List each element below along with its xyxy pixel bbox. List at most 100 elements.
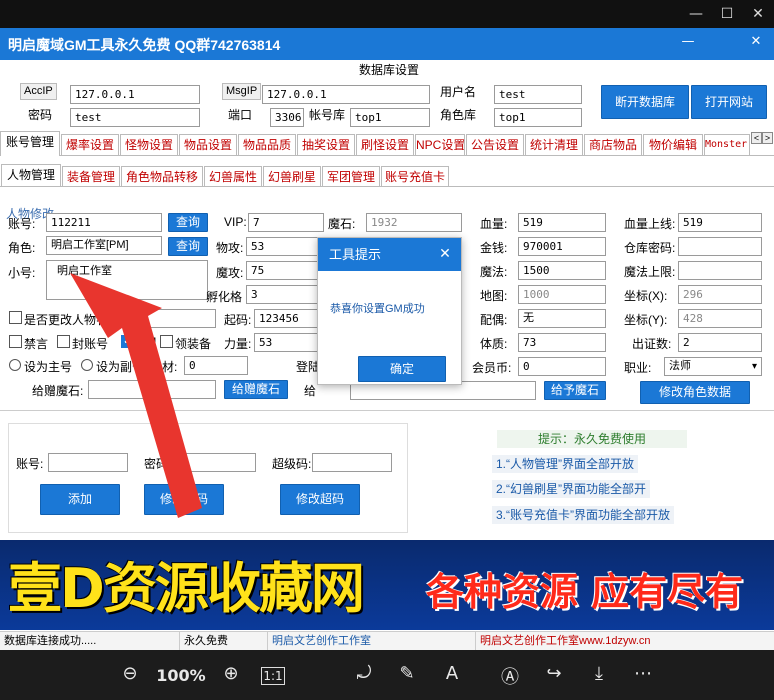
coord-x-input[interactable]: 296 [678,285,762,304]
hatch-input[interactable]: 3 [246,285,320,304]
app-title: 明启魔域GM工具永久免费 QQ群742763814 [8,37,281,53]
atk-label: 物攻: [216,241,244,255]
tab-monster[interactable]: 怪物设置 [120,134,178,155]
close-window-button[interactable]: ✕ [746,4,770,24]
role-db-input[interactable]: top1 [494,108,582,127]
atk-input[interactable]: 53 [246,237,320,256]
subtab-pet-attr[interactable]: 幻兽属性 [204,166,262,187]
ad-banner[interactable]: 壹D资源收藏网 各种资源 应有尽有 [0,540,774,630]
give-magic-button[interactable]: 给予魔石 [544,381,606,400]
rotate-icon[interactable]: ⤾ [350,663,378,684]
msg-ip-input[interactable]: 127.0.0.1 [262,85,430,104]
coord-y-input[interactable]: 428 [678,309,762,328]
hp-max-input[interactable]: 519 [678,213,762,232]
job-label: 职业: [624,361,652,375]
map-input[interactable]: 1000 [518,285,606,304]
phys-input[interactable]: 73 [518,333,606,352]
tab-scroll-right-button[interactable]: > [762,132,773,144]
app-close-button[interactable]: ✕ [746,34,766,49]
role-input[interactable]: 明启工作室[PM] [46,236,162,255]
tab-notice[interactable]: 公告设置 [466,134,524,155]
dialog-close-button[interactable]: ✕ [436,246,454,262]
edit-icon[interactable]: ✎ [393,663,421,684]
acc-db-input[interactable]: top1 [350,108,430,127]
money-input[interactable]: 970001 [518,237,606,256]
translate-icon[interactable]: A [438,663,466,684]
warehouse-pwd-input[interactable] [678,237,762,256]
subtab-character[interactable]: 人物管理 [1,164,61,187]
matk-input[interactable]: 75 [246,261,320,280]
tab-npc[interactable]: NPC设置 [415,134,465,155]
acc-ip-label: AccIP [20,83,57,100]
query-account-button[interactable]: 查询 [168,213,208,232]
mp-max-input[interactable] [678,261,762,280]
app-minimize-button[interactable]: — [678,34,698,49]
tab-scroll-left-button[interactable]: < [751,132,762,144]
tab-price[interactable]: 物价编辑 [643,134,703,155]
tab-stats[interactable]: 统计清理 [525,134,583,155]
warehouse-pwd-label: 仓库密码: [624,241,676,255]
magic-stone-label: 魔石: [328,217,356,231]
give-stone-button[interactable]: 给赠魔石 [224,380,288,399]
subtab-recharge-card[interactable]: 账号充值卡 [381,166,449,187]
phys-label: 体质: [480,337,508,351]
ban-chat-checkbox[interactable] [9,335,22,348]
mp-input[interactable]: 1500 [518,261,606,280]
zoom-in-icon[interactable]: ⊕ [217,663,245,684]
tips-header: 提示：永久免费使用 [497,430,687,448]
dialog-ok-button[interactable]: 确定 [358,356,446,382]
member-coin-input[interactable]: 0 [518,357,606,376]
hatch-label: 孵化格 [206,290,243,304]
vip-label: VIP: [224,215,247,229]
more-icon[interactable]: ⋯ [629,663,657,684]
subtab-pet-star[interactable]: 幻兽刷星 [263,166,321,187]
port-input[interactable]: 3306 [270,108,304,127]
acc-ip-input[interactable]: 127.0.0.1 [70,85,200,104]
tab-lottery[interactable]: 抽奖设置 [297,134,355,155]
cert-input[interactable]: 2 [678,333,762,352]
tab-droprate[interactable]: 爆率设置 [61,134,119,155]
set-main-radio[interactable] [9,359,21,371]
spouse-input[interactable]: 无 [518,309,606,328]
rename-checkbox[interactable] [9,311,22,324]
tab-quality[interactable]: 物品品质 [238,134,296,155]
tab-item[interactable]: 物品设置 [179,134,237,155]
chevron-down-icon: ▾ [751,361,757,372]
query-role-button[interactable]: 查询 [168,237,208,256]
share-icon[interactable]: ↪ [540,663,568,684]
tab-spawn[interactable]: 刷怪设置 [356,134,414,155]
port-label: 端口 [228,108,253,122]
tab-account[interactable]: 账号管理 [0,131,60,156]
power-input[interactable]: 53 [254,333,320,352]
account-input[interactable]: 112211 [46,213,162,232]
magic-stone-input[interactable]: 1932 [366,213,462,232]
hp-label: 血量: [480,217,508,231]
coord-y-label: 坐标(Y): [624,313,668,327]
subtab-equipment[interactable]: 装备管理 [62,166,120,187]
ocr-icon[interactable]: Ⓐ [496,663,524,689]
download-icon[interactable]: ⤓ [585,663,613,684]
vip-select[interactable]: 7 [248,213,324,232]
tab-monster-dat[interactable]: Monster.dat [704,134,750,155]
viewer-titlebar: — ☐ ✕ [0,0,774,28]
change-super-code-button[interactable]: 修改超码 [280,484,360,515]
zoom-out-icon[interactable]: ⊖ [116,663,144,684]
maximize-button[interactable]: ☐ [715,4,739,24]
pwd-input[interactable]: test [70,108,200,127]
mp-label: 魔法: [480,265,508,279]
super-code-input[interactable] [312,453,392,472]
subtab-legion[interactable]: 军团管理 [322,166,380,187]
save-character-button[interactable]: 修改角色数据 [640,381,750,404]
job-select[interactable]: 法师 ▾ [664,357,762,376]
banner-left-text: 壹D资源收藏网 [8,557,365,620]
hp-input[interactable]: 519 [518,213,606,232]
pwd2-input[interactable]: 123456 [254,309,320,328]
user-input[interactable]: test [494,85,582,104]
open-website-button[interactable]: 打开网站 [691,85,767,119]
subtab-item-transfer[interactable]: 角色物品转移 [121,166,203,187]
account-label: 账号: [8,217,36,231]
minimize-button[interactable]: — [684,4,708,24]
actual-size-icon[interactable]: 1:1 [261,667,285,685]
tab-shop[interactable]: 商店物品 [584,134,642,155]
disconnect-db-button[interactable]: 断开数据库 [601,85,689,119]
